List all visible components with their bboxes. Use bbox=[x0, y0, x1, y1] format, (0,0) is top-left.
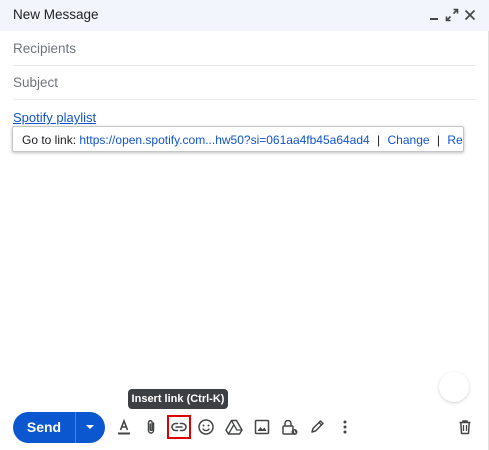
format-text-icon[interactable] bbox=[114, 417, 134, 437]
change-link-button[interactable]: Change bbox=[388, 133, 430, 147]
compose-header: New Message bbox=[0, 0, 489, 31]
link-separator: | bbox=[377, 133, 381, 147]
drive-icon[interactable] bbox=[224, 417, 244, 437]
send-options-button[interactable] bbox=[76, 412, 105, 443]
delete-icon[interactable] bbox=[455, 417, 475, 437]
compose-window: New Message Spotify playlist Go to link:… bbox=[0, 0, 489, 450]
signature-icon[interactable] bbox=[307, 417, 327, 437]
full-screen-icon[interactable] bbox=[444, 6, 460, 24]
photo-icon[interactable] bbox=[252, 417, 272, 437]
close-icon[interactable] bbox=[462, 6, 478, 24]
link-url[interactable]: https://open.spotify.com...hw50?si=061aa… bbox=[79, 133, 369, 147]
recipients-input[interactable] bbox=[13, 32, 476, 65]
link-popup-content: Go to link: https://open.spotify.com...h… bbox=[22, 133, 463, 147]
recipients-field bbox=[13, 32, 476, 66]
link-separator: | bbox=[436, 133, 441, 147]
go-to-link-label: Go to link: bbox=[22, 133, 77, 147]
send-button[interactable]: Send bbox=[13, 412, 75, 443]
subject-field bbox=[13, 66, 476, 100]
attach-icon[interactable] bbox=[141, 417, 161, 437]
confidential-mode-icon[interactable] bbox=[279, 417, 299, 437]
minimize-icon[interactable] bbox=[426, 6, 442, 24]
link-popup: Go to link: https://open.spotify.com...h… bbox=[12, 126, 464, 152]
caret-down-icon bbox=[86, 425, 94, 429]
subject-input[interactable] bbox=[13, 66, 476, 99]
compose-title: New Message bbox=[13, 7, 99, 22]
floating-circle-button[interactable] bbox=[439, 372, 469, 402]
remove-link-button[interactable]: Remove bbox=[447, 133, 463, 147]
insert-link-tooltip: Insert link (Ctrl-K) bbox=[128, 389, 228, 409]
insert-link-icon[interactable] bbox=[167, 415, 191, 439]
body-link[interactable]: Spotify playlist bbox=[13, 110, 96, 125]
send-button-group: Send bbox=[13, 412, 105, 443]
more-options-icon[interactable] bbox=[335, 417, 355, 437]
emoji-icon[interactable] bbox=[196, 417, 216, 437]
